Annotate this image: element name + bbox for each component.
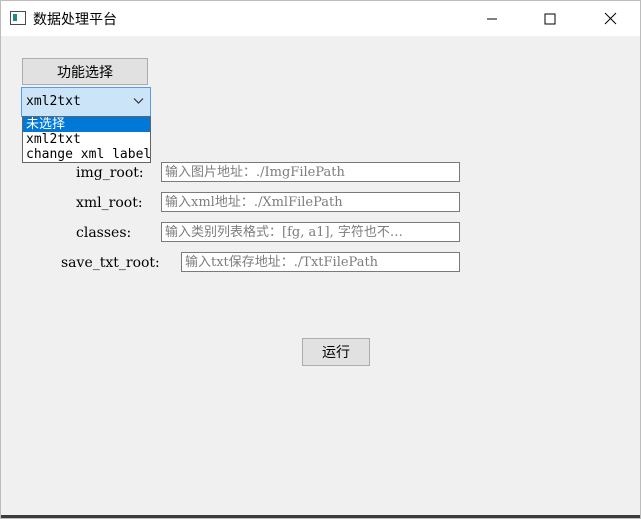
minimize-button[interactable] (469, 1, 515, 36)
dropdown-option[interactable]: 未选择 (23, 117, 150, 132)
app-icon (10, 11, 26, 25)
chevron-down-icon (133, 98, 144, 104)
title-bar[interactable]: 数据处理平台 (1, 1, 640, 36)
img-root-input[interactable] (161, 162, 460, 182)
xml-root-label: xml_root: (76, 195, 143, 211)
function-select-button[interactable]: 功能选择 (22, 58, 148, 85)
classes-input[interactable] (161, 222, 460, 242)
run-button[interactable]: 运行 (302, 338, 370, 366)
mode-combobox[interactable]: xml2txt (21, 87, 151, 117)
maximize-icon (544, 13, 556, 24)
window-title: 数据处理平台 (33, 12, 117, 28)
close-icon (604, 12, 616, 25)
dropdown-option[interactable]: change xml label (23, 147, 150, 162)
app-window: 数据处理平台 功能选择 xml2txt 未选择 xml2txt change x… (0, 0, 641, 519)
save-txt-root-label: save_txt_root: (61, 255, 160, 271)
classes-label: classes: (76, 225, 132, 241)
minimize-icon (487, 18, 497, 19)
mode-dropdown-list: 未选择 xml2txt change xml label (22, 116, 151, 163)
mode-selected-value: xml2txt (26, 94, 81, 109)
close-button[interactable] (587, 1, 633, 36)
save-txt-root-input[interactable] (181, 252, 460, 272)
maximize-button[interactable] (527, 1, 573, 36)
bottom-edge (1, 515, 640, 518)
dropdown-option[interactable]: xml2txt (23, 132, 150, 147)
img-root-label: img_root: (76, 165, 144, 181)
xml-root-input[interactable] (161, 192, 460, 212)
